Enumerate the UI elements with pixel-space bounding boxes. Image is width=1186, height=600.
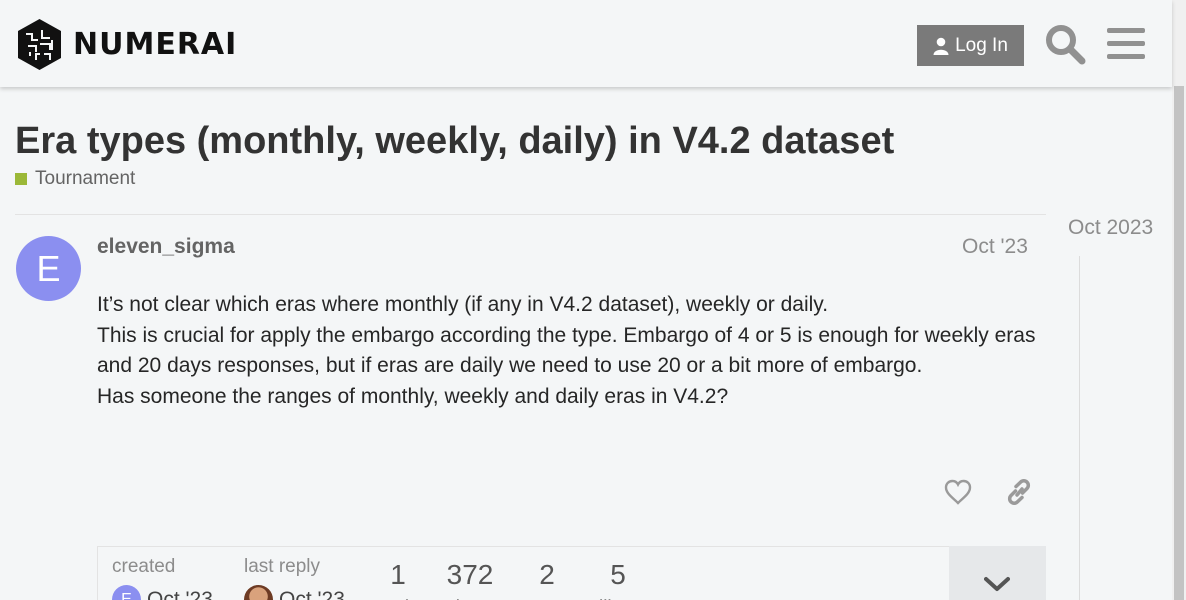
avatar [244,585,273,600]
last-reply-date: Oct '23 [279,587,345,600]
category-badge[interactable]: Tournament [15,168,135,190]
timeline-track[interactable] [1079,256,1080,600]
created-info[interactable]: E Oct '23 [112,585,213,600]
likes-stat: 5 likes [592,559,644,600]
login-button[interactable]: Log In [917,25,1024,66]
created-date: Oct '23 [147,587,213,600]
post-paragraph: This is crucial for apply the embargo ac… [97,323,1036,378]
users-stat: 2 users [518,559,576,600]
stat-number: 372 [446,559,494,590]
category-name: Tournament [35,168,136,189]
login-label: Log In [955,34,1008,56]
search-icon[interactable] [1044,23,1086,65]
topic-title[interactable]: Era types (monthly, weekly, daily) in V4… [15,120,894,163]
post-paragraph: Has someone the ranges of monthly, weekl… [97,384,729,408]
logo-wordmark: NUMERAI [73,27,238,62]
link-icon[interactable] [1005,477,1033,507]
avatar: E [112,585,141,600]
stat-number: 2 [539,559,555,590]
user-icon [933,37,949,55]
last-reply-info[interactable]: Oct '23 [244,585,345,600]
title-divider [15,214,1046,215]
scrollbar-thumb[interactable] [1174,86,1184,600]
page-scrollbar[interactable] [1172,0,1186,600]
numerai-logo[interactable]: NUMERAI [16,18,237,71]
category-color-swatch [15,173,27,185]
stat-number: 1 [390,559,406,590]
heart-icon[interactable] [943,477,973,507]
post-date[interactable]: Oct '23 [962,235,1028,259]
post-paragraph: It’s not clear which eras where monthly … [97,293,829,316]
hamburger-menu-icon[interactable] [1107,26,1145,62]
site-header: NUMERAI Log In [0,0,1172,87]
post-body: It’s not clear which eras where monthly … [97,290,1037,412]
timeline-date[interactable]: Oct 2023 [1068,216,1153,240]
topic-map: created E Oct '23 last reply Oct '23 1 r… [97,546,1046,600]
stat-number: 5 [610,559,626,590]
replies-stat: 1 reply [374,559,422,600]
views-stat: 372 views [440,559,500,600]
avatar[interactable]: E [16,236,81,301]
chevron-down-icon [984,577,1010,591]
last-reply-label: last reply [244,556,321,577]
post-username[interactable]: eleven_sigma [97,235,235,259]
numerai-logo-icon [18,19,61,70]
topic-map-expand-button[interactable] [949,546,1046,600]
created-label: created [112,556,176,577]
